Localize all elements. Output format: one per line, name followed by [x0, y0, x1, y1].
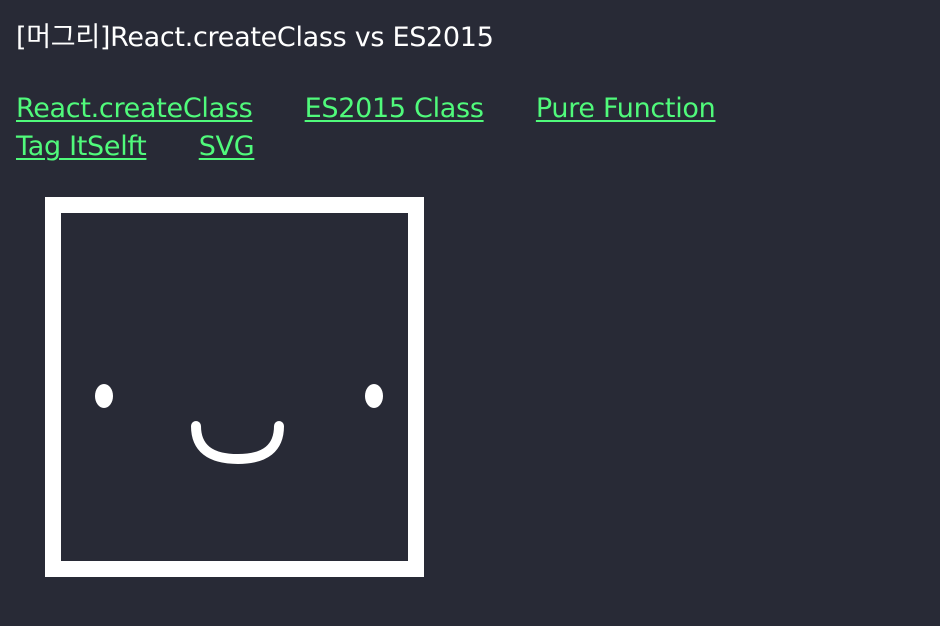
- smiley-face-icon: [45, 197, 424, 577]
- nav-link-es2015-class[interactable]: ES2015 Class: [305, 93, 484, 124]
- right-eye: [365, 384, 383, 408]
- nav-link-react-createclass[interactable]: React.createClass: [16, 93, 253, 124]
- nav-link-svg[interactable]: SVG: [199, 131, 255, 162]
- left-eye: [95, 384, 113, 408]
- smiley-face-svg: [45, 197, 424, 577]
- nav-link-pure-function[interactable]: Pure Function: [536, 93, 716, 124]
- page-title: [머그리]React.createClass vs ES2015: [16, 22, 494, 53]
- smile-mouth: [191, 421, 284, 465]
- nav-links: React.createClass ES2015 Class Pure Func…: [16, 90, 926, 166]
- nav-link-tag-itselft[interactable]: Tag ItSelft: [16, 131, 147, 162]
